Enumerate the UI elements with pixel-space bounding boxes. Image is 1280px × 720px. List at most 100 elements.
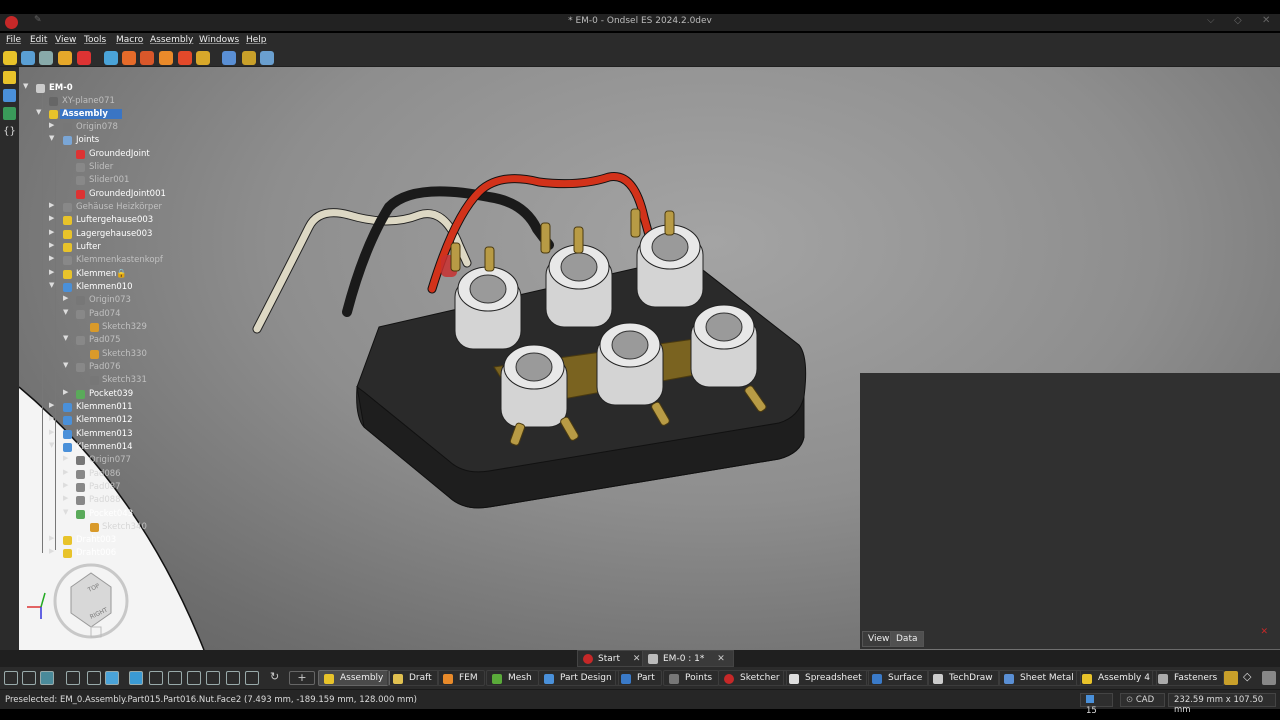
expand-icon[interactable]: ▶ [49, 201, 57, 209]
workbench-mesh[interactable]: Mesh [486, 670, 539, 686]
workbench-assembly4[interactable]: Assembly 4 [1076, 670, 1157, 686]
slider-joint-icon[interactable] [178, 51, 192, 65]
expand-icon[interactable]: ▶ [49, 268, 57, 276]
expand-icon[interactable]: ▶ [63, 388, 71, 396]
workbench-sheet-metal[interactable]: Sheet Metal [998, 670, 1081, 686]
workbench-points[interactable]: Points [663, 670, 720, 686]
expand-icon[interactable]: ▶ [49, 428, 57, 436]
expand-icon[interactable]: ▶ [49, 228, 57, 236]
collapse-icon[interactable]: ▼ [36, 108, 44, 116]
model-tab-icon[interactable] [3, 89, 16, 102]
belt-icon[interactable] [260, 51, 274, 65]
python-console-icon[interactable]: {} [3, 125, 16, 138]
expand-icon[interactable]: ▶ [63, 494, 71, 502]
navigation-style-selector[interactable]: ⊙ CAD [1120, 693, 1165, 707]
fit-all-icon[interactable] [4, 671, 18, 685]
measure-distance-icon[interactable] [129, 671, 143, 685]
terminal-front-2[interactable] [596, 322, 664, 406]
distance-joint-icon[interactable] [222, 51, 236, 65]
expand-icon[interactable]: ▶ [63, 294, 71, 302]
terminal-back-2[interactable] [545, 244, 613, 328]
std-view-icon[interactable] [87, 671, 101, 685]
open-folder-icon[interactable] [187, 671, 201, 685]
collapse-icon[interactable]: ▼ [63, 308, 71, 316]
draw-style-icon[interactable] [66, 671, 80, 685]
add-icon[interactable]: + [289, 671, 315, 685]
expand-icon[interactable]: ▶ [49, 414, 57, 422]
diamond-icon[interactable]: ◇ [1243, 671, 1257, 685]
explode-icon[interactable] [104, 51, 118, 65]
close-tab-icon[interactable]: ✕ [633, 654, 641, 664]
refresh-icon[interactable]: ↻ [270, 671, 284, 685]
collapse-icon[interactable]: ▼ [63, 334, 71, 342]
insert-link-icon[interactable] [21, 51, 35, 65]
menu-windows[interactable]: Windows [199, 35, 239, 45]
terminal-front-1[interactable] [500, 344, 568, 428]
gears-icon[interactable] [242, 51, 256, 65]
isometric-icon[interactable] [40, 671, 54, 685]
terminal-back-1[interactable] [454, 266, 522, 350]
collapse-icon[interactable]: ▼ [49, 281, 57, 289]
expand-icon[interactable]: ▶ [49, 241, 57, 249]
ground-icon[interactable] [77, 51, 91, 65]
part-icon[interactable] [3, 71, 16, 84]
tab-data[interactable]: Data [890, 631, 924, 647]
expand-icon[interactable]: ▶ [63, 468, 71, 476]
new-document-icon[interactable] [168, 671, 182, 685]
expand-icon[interactable]: ▶ [49, 214, 57, 222]
tab-start[interactable]: Start ✕ [577, 650, 650, 667]
fit-selection-icon[interactable] [22, 671, 36, 685]
new-part-icon[interactable] [3, 51, 17, 65]
workbench-extra-icon[interactable] [1224, 671, 1238, 685]
link-icon[interactable] [149, 671, 163, 685]
layers-selector[interactable]: 15 [1080, 693, 1113, 716]
menu-help[interactable]: Help [246, 35, 267, 45]
ball-joint-icon[interactable] [196, 51, 210, 65]
menu-assembly[interactable]: Assembly [150, 35, 193, 45]
workbench-fem[interactable]: FEM [437, 670, 485, 686]
tasks-tab-icon[interactable] [3, 107, 16, 120]
component-icon[interactable] [39, 51, 53, 65]
workbench-sketcher[interactable]: Sketcher [718, 670, 787, 686]
save-icon[interactable] [206, 671, 220, 685]
collapse-icon[interactable]: ▼ [49, 441, 57, 449]
expand-icon[interactable]: ▶ [49, 534, 57, 542]
workbench-part-design[interactable]: Part Design [538, 670, 619, 686]
workbench-spreadsheet[interactable]: Spreadsheet [783, 670, 869, 686]
expand-icon[interactable]: ▶ [49, 121, 57, 129]
menu-file[interactable]: File [6, 35, 21, 45]
maximize-icon[interactable]: ◇ [1234, 15, 1242, 26]
collapse-icon[interactable]: ▼ [63, 361, 71, 369]
menu-view[interactable]: View [55, 35, 76, 45]
workbench-surface[interactable]: Surface [866, 670, 930, 686]
undo-icon[interactable] [226, 671, 240, 685]
minimize-icon[interactable]: ⌵ [1207, 15, 1215, 26]
terminal-back-3[interactable] [636, 224, 704, 308]
expand-icon[interactable]: ▶ [49, 254, 57, 262]
expand-icon[interactable]: ▶ [49, 401, 57, 409]
expand-icon[interactable]: ▶ [49, 547, 57, 555]
cylindrical-joint-icon[interactable] [159, 51, 173, 65]
workbench-assembly[interactable]: Assembly [318, 670, 391, 686]
collapse-icon[interactable]: ▼ [49, 134, 57, 142]
workbench-fasteners[interactable]: Fasteners [1152, 670, 1225, 686]
menu-tools[interactable]: Tools [84, 35, 106, 45]
menu-edit[interactable]: Edit [30, 35, 47, 45]
workbench-draft[interactable]: Draft [387, 670, 439, 686]
fixed-joint-icon[interactable] [122, 51, 136, 65]
close-tab-icon[interactable]: ✕ [717, 654, 725, 664]
redo-icon[interactable] [245, 671, 259, 685]
collapse-icon[interactable]: ▼ [23, 82, 31, 90]
expand-icon[interactable]: ▶ [63, 481, 71, 489]
workbench-techdraw[interactable]: TechDraw [927, 670, 1000, 686]
close-icon[interactable]: ✕ [1260, 627, 1268, 637]
tab-em0[interactable]: EM-0 : 1* ✕ [642, 650, 734, 667]
solve-icon[interactable] [58, 51, 72, 65]
measure-icon[interactable] [105, 671, 119, 685]
revolute-joint-icon[interactable] [140, 51, 154, 65]
workbench-more-icon[interactable] [1262, 671, 1276, 685]
close-icon[interactable]: ✕ [1262, 15, 1270, 26]
collapse-icon[interactable]: ▼ [63, 508, 71, 516]
expand-icon[interactable]: ▶ [63, 454, 71, 462]
workbench-part[interactable]: Part [615, 670, 662, 686]
